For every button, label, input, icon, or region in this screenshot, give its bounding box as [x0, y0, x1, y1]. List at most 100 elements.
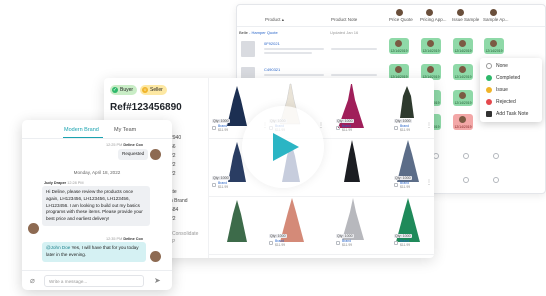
brand-link[interactable]: Brand$11.99: [400, 181, 410, 189]
select-checkbox[interactable]: [394, 126, 398, 130]
status-empty-icon[interactable]: [493, 177, 499, 183]
quantity-badge: Qty: 1000: [336, 119, 354, 123]
table-header: Product ▴ Product Note Price Quote Prici…: [237, 5, 545, 27]
divider: [22, 138, 172, 139]
status-empty-icon[interactable]: [493, 153, 499, 159]
menu-item-rejected[interactable]: Rejected: [486, 97, 516, 107]
avatar: [150, 149, 161, 160]
select-checkbox[interactable]: [336, 126, 340, 130]
avatar: [150, 251, 161, 262]
tab-my-team[interactable]: My Team: [114, 127, 136, 133]
quantity-badge: Qty: 1000: [394, 119, 412, 123]
product-code[interactable]: C490321: [264, 67, 280, 72]
menu-item-none[interactable]: None: [486, 61, 508, 71]
avatar: [395, 40, 402, 47]
more-icon[interactable]: ⋮: [426, 122, 432, 129]
menu-item-add-task-note[interactable]: Add Task Note: [486, 109, 528, 119]
chat-panel: Modern Brand My Team 12:25 PM Deline Cox…: [22, 120, 172, 290]
quantity-badge: Qty: 1000: [212, 119, 230, 123]
column-price-quote[interactable]: Price Quote: [389, 17, 413, 22]
dress-image: [227, 86, 247, 126]
avatar: [459, 40, 466, 47]
status-cell-rejected[interactable]: 12/14/2019: [453, 114, 473, 130]
message-meta: 12:25 PM Deline Cox: [106, 143, 143, 147]
more-icon[interactable]: ⋮: [426, 179, 432, 186]
status-cell-completed[interactable]: 12/14/2019: [484, 38, 504, 54]
dress-image: [344, 140, 360, 182]
message-meta: 12:35 PM Deline Cox: [106, 237, 143, 241]
message-bubble: Requested: [118, 149, 149, 160]
avatar: [490, 40, 497, 47]
avatar: [427, 40, 434, 47]
brand-link[interactable]: Brand$11.99: [218, 181, 228, 189]
attachment-icon[interactable]: ⌀: [30, 276, 35, 285]
quantity-badge: Qty: 1000: [394, 176, 412, 180]
select-checkbox[interactable]: [336, 241, 340, 245]
message-composer: ⌀ ➤: [22, 270, 172, 290]
message-meta: Judy Draper 12:28 PM: [44, 181, 84, 185]
message-bubble: @John Doe Yes, I will have that for you …: [42, 242, 146, 262]
column-product-note[interactable]: Product Note: [331, 17, 357, 22]
status-cell-completed[interactable]: 12/14/2019: [453, 38, 473, 54]
tab-modern-brand[interactable]: Modern Brand: [64, 127, 99, 133]
note-placeholder: [331, 48, 377, 50]
select-checkbox[interactable]: [212, 126, 216, 130]
status-cell-completed[interactable]: 12/14/2019: [389, 38, 409, 54]
avatar: [489, 8, 498, 17]
avatar: [459, 66, 466, 73]
select-checkbox[interactable]: [394, 183, 398, 187]
menu-item-completed[interactable]: Completed: [486, 73, 520, 83]
avatar: [425, 8, 434, 17]
avatar: [395, 66, 402, 73]
status-cell-completed[interactable]: 12/14/2019: [453, 64, 473, 80]
avatar: [427, 66, 434, 73]
group-label: Belle - Hamper Quote: [239, 30, 278, 35]
check-circle-icon: [486, 75, 492, 81]
select-checkbox[interactable]: [212, 183, 216, 187]
product-thumbnail: [241, 41, 255, 57]
avatar: [459, 92, 466, 99]
status-empty-icon[interactable]: [463, 177, 469, 183]
circle-outline-icon: [486, 63, 492, 69]
mention-link[interactable]: @John Doe: [46, 245, 70, 250]
note-icon: [486, 111, 492, 117]
text-placeholder: [264, 74, 324, 76]
product-code[interactable]: 0F92021: [264, 41, 280, 46]
note-placeholder: [331, 74, 377, 76]
avatar: [459, 116, 466, 123]
column-sample-approval[interactable]: Sample Ap...: [483, 17, 509, 22]
avatar: [395, 8, 404, 17]
column-pricing-approval[interactable]: Pricing App...: [420, 17, 447, 22]
brand-link[interactable]: Brand$11.99: [218, 124, 228, 132]
status-cell-completed[interactable]: 12/14/2019: [453, 90, 473, 106]
brand-link[interactable]: Brand$11.99: [342, 124, 352, 132]
column-product[interactable]: Product ▴: [265, 17, 284, 23]
avatar: [456, 8, 465, 17]
status-empty-icon[interactable]: [463, 153, 469, 159]
brand-link[interactable]: Brand$11.99: [400, 124, 410, 132]
select-checkbox[interactable]: [394, 241, 398, 245]
dress-image: [400, 86, 414, 118]
warning-icon: [486, 87, 492, 93]
group-link[interactable]: - Hamper Quote: [249, 30, 278, 35]
menu-item-issue[interactable]: Issue: [486, 85, 508, 95]
column-issue-sample[interactable]: Issue Sample: [452, 17, 479, 22]
message-input[interactable]: [44, 275, 144, 287]
brand-link[interactable]: Brand$11.99: [275, 239, 285, 247]
text-placeholder: [264, 48, 324, 50]
send-icon[interactable]: ➤: [154, 276, 161, 285]
table-row[interactable]: 0F92021: [237, 37, 387, 61]
status-dropdown-menu: None Completed Issue Rejected Add Task N…: [480, 58, 542, 122]
marketing-composite: Product ▴ Product Note Price Quote Prici…: [0, 0, 546, 296]
updated-label: Updated Jan 16: [330, 30, 359, 35]
quantity-badge: Qty: 1000: [394, 234, 412, 238]
quantity-badge: Qty: 1000: [336, 234, 354, 238]
dress-image: [227, 200, 247, 242]
brand-link[interactable]: Brand$11.99: [342, 239, 352, 247]
message-bubble: Hi Deline, please review the products on…: [42, 186, 150, 226]
select-checkbox[interactable]: [269, 241, 273, 245]
play-icon: [273, 133, 299, 161]
play-video-button[interactable]: [242, 106, 324, 188]
status-cell-completed[interactable]: 12/14/2019: [421, 38, 441, 54]
brand-link[interactable]: Brand$11.99: [400, 239, 410, 247]
